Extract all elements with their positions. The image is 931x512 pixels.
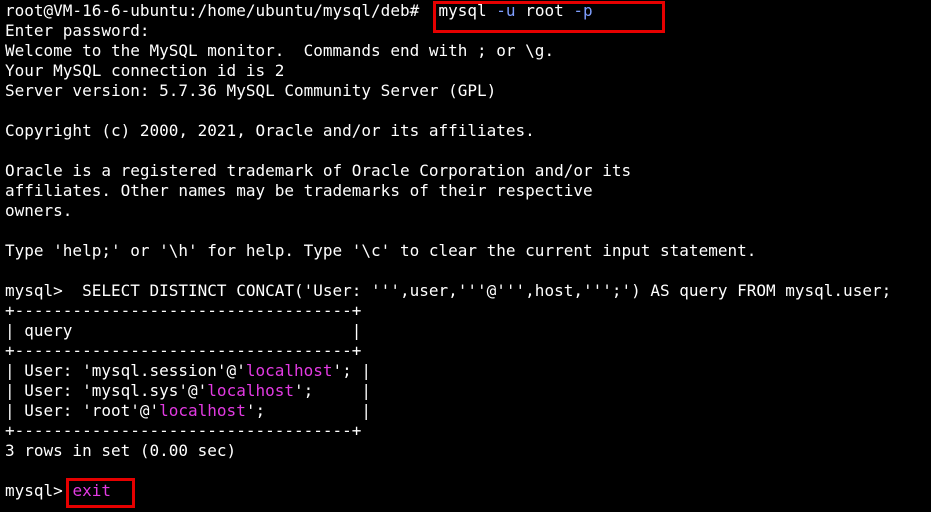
row-prefix: | User: 'mysql.session'@' <box>5 361 246 380</box>
sql-query: SELECT DISTINCT CONCAT('User: ''',user,'… <box>82 281 892 300</box>
row-prefix: | User: 'root'@' <box>5 401 160 420</box>
table-row: | User: 'mysql.sys'@'localhost'; | <box>5 381 931 401</box>
command-flag-p: -p <box>573 1 593 20</box>
table-border-mid: +-----------------------------------+ <box>5 341 362 360</box>
row-host: localhost <box>245 361 333 380</box>
terminal-window[interactable]: root@VM-16-6-ubuntu:/home/ubuntu/mysql/d… <box>5 1 931 512</box>
command-mysql: mysql <box>438 1 487 20</box>
row-prefix: | User: 'mysql.sys'@' <box>5 381 208 400</box>
row-suffix: '; | <box>294 381 372 400</box>
help-line: Type 'help;' or '\h' for help. Type '\c'… <box>5 241 757 260</box>
table-row: | User: 'root'@'localhost'; | <box>5 401 931 421</box>
trademark-line-1: Oracle is a registered trademark of Orac… <box>5 161 632 180</box>
copyright-line: Copyright (c) 2000, 2021, Oracle and/or … <box>5 121 535 140</box>
table-border-bottom: +-----------------------------------+ <box>5 421 362 440</box>
table-border-top: +-----------------------------------+ <box>5 301 362 320</box>
server-version-line: Server version: 5.7.36 MySQL Community S… <box>5 81 497 100</box>
welcome-line: Welcome to the MySQL monitor. Commands e… <box>5 41 555 60</box>
mysql-exit-line[interactable]: mysql> exit <box>5 481 931 501</box>
trademark-line-2: affiliates. Other names may be trademark… <box>5 181 593 200</box>
mysql-query-line: mysql> SELECT DISTINCT CONCAT('User: '''… <box>5 281 931 301</box>
row-suffix: '; | <box>245 401 372 420</box>
row-host: localhost <box>159 401 246 420</box>
table-row: | User: 'mysql.session'@'localhost'; | <box>5 361 931 381</box>
mysql-prompt: mysql> <box>5 481 63 500</box>
command-flag-u: -u <box>496 1 516 20</box>
row-suffix: '; | <box>332 361 372 380</box>
command-user: root <box>525 1 564 20</box>
connection-id-line: Your MySQL connection id is 2 <box>5 61 285 80</box>
row-host: localhost <box>207 381 294 400</box>
mysql-prompt: mysql> <box>5 281 63 300</box>
shell-prompt: root@VM-16-6-ubuntu:/home/ubuntu/mysql/d… <box>5 1 420 20</box>
row-summary-line: 3 rows in set (0.00 sec) <box>5 441 237 460</box>
enter-password-line: Enter password: <box>5 21 150 40</box>
exit-command: exit <box>72 481 111 500</box>
trademark-line-3: owners. <box>5 201 73 220</box>
table-header: | query | <box>5 321 362 340</box>
shell-command-line: root@VM-16-6-ubuntu:/home/ubuntu/mysql/d… <box>5 1 931 21</box>
